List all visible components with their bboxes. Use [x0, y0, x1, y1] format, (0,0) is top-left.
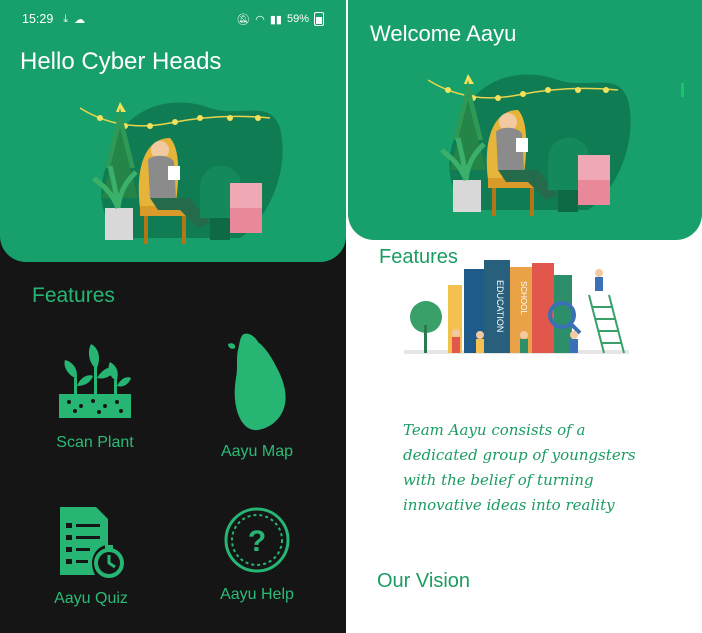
quiz-document-timer-icon	[60, 507, 124, 578]
status-right: 🔕︎ ◠ ▮▮ 59%	[236, 12, 324, 26]
welcome-title: Welcome Aayu	[370, 21, 517, 46]
battery-icon	[314, 12, 324, 26]
scroll-indicator[interactable]	[681, 83, 684, 97]
scan-plant-label: Scan Plant	[56, 434, 134, 451]
download-icon: ⤓	[63, 12, 69, 25]
aayu-quiz-tile[interactable]: Aayu Quiz	[26, 505, 156, 608]
signal-icon: ▮▮	[269, 13, 282, 26]
book-spine-school: SCHOOL	[519, 281, 528, 315]
sri-lanka-map-icon	[228, 333, 286, 431]
features-heading: Features	[32, 284, 115, 307]
question-circle-icon: ?	[224, 507, 290, 573]
mute-icon: 🔕︎	[236, 13, 251, 26]
battery-percent: 59%	[286, 13, 309, 25]
status-time: 15:29	[22, 12, 54, 26]
wifi-icon: ◠	[255, 13, 265, 26]
svg-text:?: ?	[248, 525, 266, 558]
books-education-illustration: EDUCATION SCHOOL	[404, 260, 629, 354]
scan-plant-tile[interactable]: Scan Plant	[30, 338, 160, 452]
notification-icon: ☁	[74, 13, 86, 26]
plant-sprouts-icon	[59, 344, 131, 418]
aayu-map-tile[interactable]: Aayu Map	[192, 332, 322, 461]
book-spine-education: EDUCATION	[495, 280, 505, 332]
reading-person-illustration	[80, 102, 283, 244]
aayu-help-label: Aayu Help	[220, 586, 294, 603]
status-bar: 15:29 ⤓ ☁ 🔕︎ ◠ ▮▮ 59%	[22, 9, 324, 29]
aayu-help-tile[interactable]: ? Aayu Help	[192, 505, 322, 604]
reading-person-illustration	[428, 74, 631, 216]
our-vision-heading: Our Vision	[377, 570, 471, 592]
aayu-map-label: Aayu Map	[220, 443, 294, 460]
greeting-title: Hello Cyber Heads	[20, 48, 222, 75]
aayu-quiz-label: Aayu Quiz	[54, 590, 128, 607]
team-description: Team Aayu consists of a dedicated group …	[403, 421, 636, 514]
